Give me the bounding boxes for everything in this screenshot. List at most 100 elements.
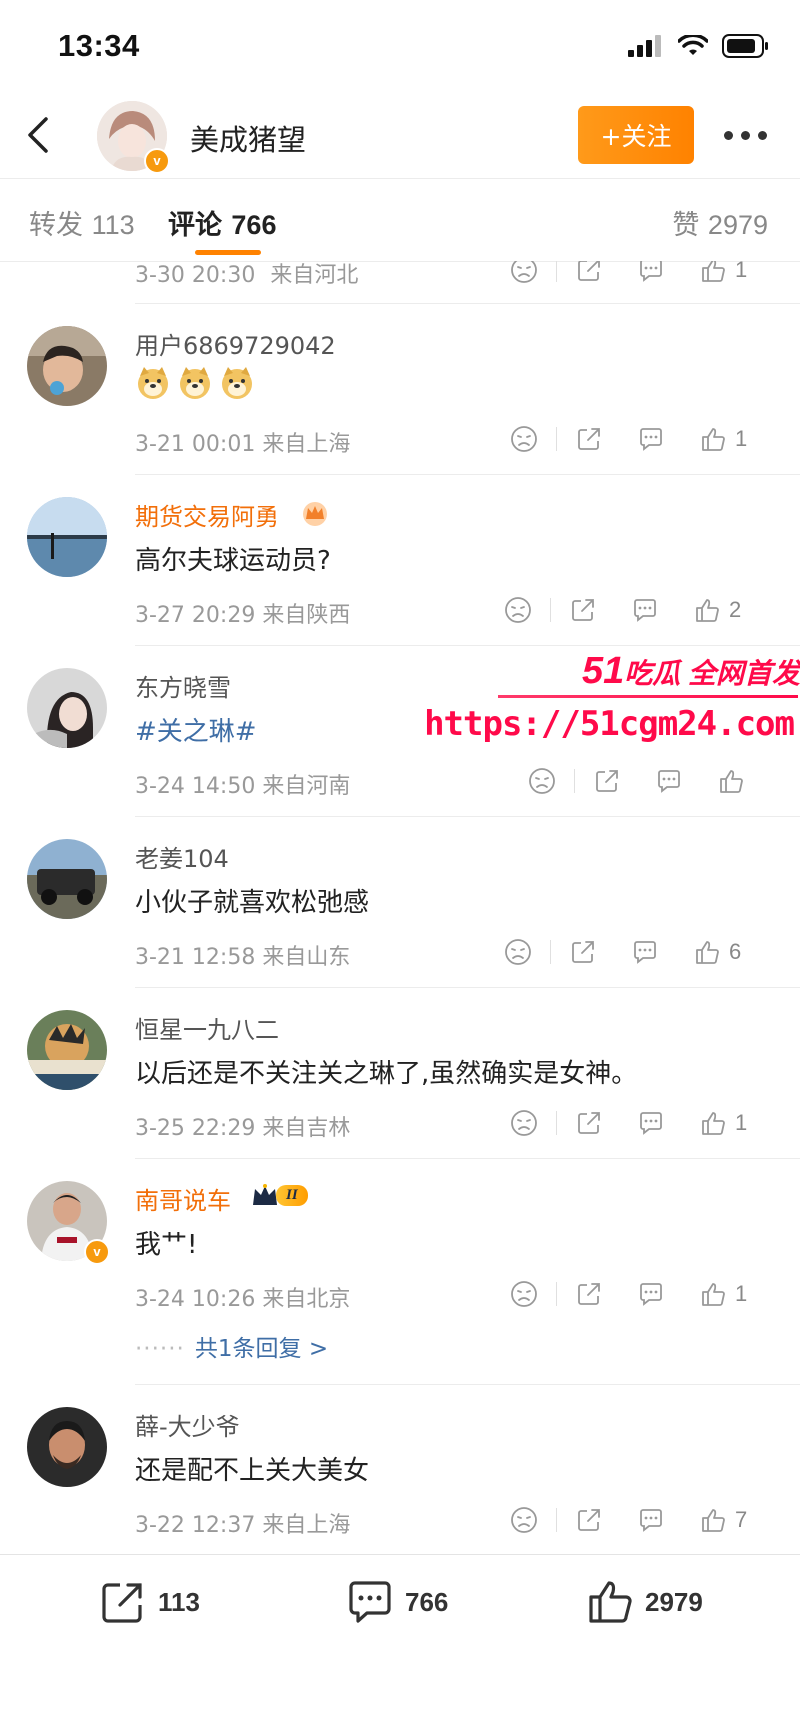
repost-button[interactable]: 113 <box>98 1577 200 1627</box>
share-icon[interactable] <box>567 936 599 968</box>
back-arrow-icon[interactable] <box>20 115 60 155</box>
battery-icon <box>722 34 768 58</box>
doge-emoji-icon <box>138 367 168 399</box>
comment-text: 还是配不上关大美女 <box>135 1456 370 1486</box>
comment-list[interactable]: 3-30 20:30 来自河北 1 用户6869729042 3-21 00:0… <box>0 261 800 1554</box>
like-count: 2 <box>729 597 742 622</box>
reply-icon[interactable] <box>635 1504 667 1536</box>
doge-emoji-icon <box>222 367 252 399</box>
reply-icon[interactable] <box>635 1278 667 1310</box>
dislike-icon[interactable] <box>508 423 540 455</box>
commenter-name[interactable]: 薛-大少爷 <box>135 1407 240 1442</box>
like-icon[interactable] <box>697 261 729 286</box>
tab-bar: 转发 113 评论 766 赞 2979 <box>0 178 800 262</box>
dislike-icon[interactable] <box>502 936 534 968</box>
tab-likes[interactable]: 赞 2979 <box>672 203 768 242</box>
comment-actions: 6 <box>502 935 741 969</box>
commenter-avatar[interactable] <box>27 668 107 748</box>
commenter-avatar[interactable] <box>27 326 107 406</box>
comment-meta: 3-27 20:29 来自陕西 <box>135 603 351 628</box>
commenter-name[interactable]: 用户6869729042 <box>135 326 336 361</box>
share-icon[interactable] <box>567 594 599 626</box>
comment-text: 高尔夫球运动员? <box>135 546 331 576</box>
tab-repost[interactable]: 转发 113 <box>29 203 135 242</box>
verified-badge: v <box>144 148 170 174</box>
commenter-avatar[interactable] <box>27 1010 107 1090</box>
reply-icon[interactable] <box>635 1107 667 1139</box>
like-icon[interactable] <box>715 765 747 797</box>
share-icon[interactable] <box>591 765 623 797</box>
like-icon[interactable] <box>697 1107 729 1139</box>
reply-icon[interactable] <box>635 423 667 455</box>
share-icon[interactable] <box>573 1504 605 1536</box>
watermark-overlay: 51吃瓜 全网首发 https://51cgm24.com <box>424 650 800 744</box>
dislike-icon[interactable] <box>508 1278 540 1310</box>
more-options-icon[interactable] <box>724 125 784 145</box>
like-icon[interactable] <box>691 594 723 626</box>
bottom-action-bar: 113 766 2979 <box>0 1554 800 1660</box>
like-count: 1 <box>735 426 748 451</box>
active-tab-indicator <box>195 250 261 255</box>
commenter-name[interactable]: 东方晓雪 <box>135 668 231 703</box>
comment-text: 小伙子就喜欢松弛感 <box>135 888 370 918</box>
commenter-avatar[interactable] <box>27 497 107 577</box>
commenter-name[interactable]: 老姜104 <box>135 839 229 874</box>
like-button[interactable]: 2979 <box>585 1577 703 1627</box>
comment-meta: 3-24 10:26 来自北京 <box>135 1287 351 1312</box>
comment-text: 我艹! <box>135 1230 198 1260</box>
share-icon[interactable] <box>573 1107 605 1139</box>
commenter-name[interactable]: 期货交易阿勇 <box>135 497 279 532</box>
doge-emoji-icon <box>180 367 210 399</box>
comment-actions: 7 <box>508 1503 747 1537</box>
comment-item: 薛-大少爷 还是配不上关大美女 3-22 12:37 来自上海 7 <box>0 1385 800 1554</box>
view-replies-link[interactable]: ······ 共1条回复 > <box>135 1329 328 1363</box>
like-icon[interactable] <box>697 1504 729 1536</box>
follow-button[interactable]: +关注 <box>578 106 694 164</box>
comment-item: 恒星一九八二 以后还是不关注关之琳了,虽然确实是女神。 3-25 22:29 来… <box>0 988 800 1158</box>
comment-topic-link[interactable]: #关之琳# <box>135 711 257 748</box>
comment-item: v 南哥说车 II 我艹! 3-24 10:26 来自北京 1 ······ 共1… <box>0 1159 800 1379</box>
reply-icon[interactable] <box>629 936 661 968</box>
comment-item: 用户6869729042 3-21 00:01 来自上海 1 <box>0 304 800 474</box>
like-icon[interactable] <box>691 936 723 968</box>
comment-actions: 1 <box>508 1106 747 1140</box>
commenter-avatar[interactable] <box>27 839 107 919</box>
comment-meta: 3-24 14:50 来自河南 <box>135 774 351 799</box>
thumbs-up-icon <box>589 1581 632 1623</box>
comment-button[interactable]: 766 <box>345 1577 448 1627</box>
like-count: 1 <box>735 1110 748 1135</box>
comment-meta: 3-21 00:01 来自上海 <box>135 432 351 457</box>
status-time: 13:34 <box>58 28 140 63</box>
comment-item: 老姜104 小伙子就喜欢松弛感 3-21 12:58 来自山东 6 <box>0 817 800 987</box>
reply-icon[interactable] <box>635 261 667 286</box>
commenter-name[interactable]: 南哥说车 <box>135 1181 231 1216</box>
wifi-icon <box>678 35 708 55</box>
comment-text: 以后还是不关注关之琳了,虽然确实是女神。 <box>135 1059 638 1089</box>
repost-icon <box>102 1583 142 1623</box>
share-icon[interactable] <box>573 1278 605 1310</box>
dislike-icon[interactable] <box>508 1504 540 1536</box>
author-name[interactable]: 美成猪望 <box>190 117 306 159</box>
share-icon[interactable] <box>573 261 605 286</box>
like-icon[interactable] <box>697 423 729 455</box>
like-count: 6 <box>729 939 742 964</box>
dislike-icon[interactable] <box>502 594 534 626</box>
comment-actions <box>526 764 753 798</box>
tab-comments[interactable]: 评论 766 <box>168 203 276 242</box>
share-icon[interactable] <box>573 423 605 455</box>
comment-item: 期货交易阿勇 高尔夫球运动员? 3-27 20:29 来自陕西 2 <box>0 475 800 645</box>
comment-emoji-row <box>135 364 255 400</box>
like-icon[interactable] <box>697 1278 729 1310</box>
partial-comment-row: 3-30 20:30 来自河北 1 <box>0 261 800 303</box>
dislike-icon[interactable] <box>508 261 540 286</box>
dislike-icon[interactable] <box>508 1107 540 1139</box>
status-bar: 13:34 <box>0 0 800 95</box>
dislike-icon[interactable] <box>526 765 558 797</box>
reply-icon[interactable] <box>653 765 685 797</box>
commenter-avatar[interactable] <box>27 1407 107 1487</box>
signal-icon <box>628 35 661 57</box>
commenter-name[interactable]: 恒星一九八二 <box>135 1010 279 1045</box>
comment-actions: 1 <box>508 1277 747 1311</box>
reply-icon[interactable] <box>629 594 661 626</box>
comment-actions: 2 <box>502 593 741 627</box>
